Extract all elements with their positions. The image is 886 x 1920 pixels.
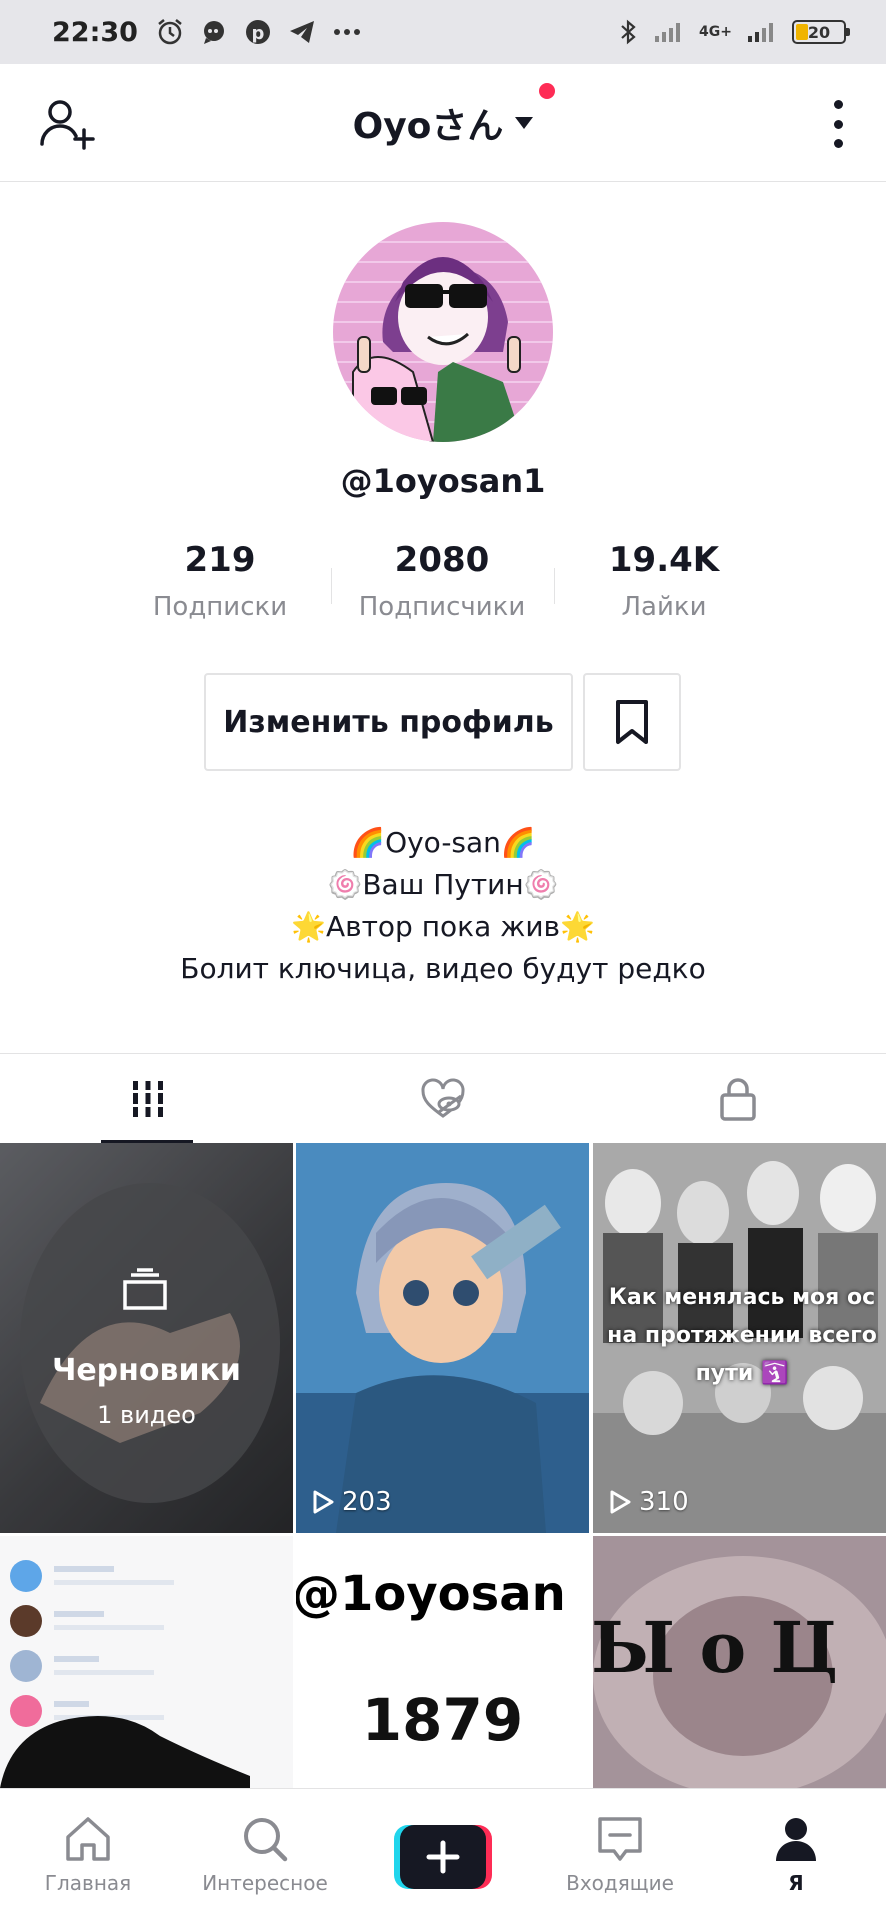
signal-icon-2 [748,23,773,42]
nav-home-label: Главная [44,1871,132,1895]
nav-home[interactable]: Главная [8,1789,168,1920]
bottom-navigation: Главная Интересное Входящие Я [0,1788,886,1920]
nav-inbox[interactable]: Входящие [540,1789,700,1920]
profile-icon [776,1818,816,1861]
plus-icon [394,1825,492,1889]
video-overlay-text: Ы о Ц [593,1606,839,1689]
inbox-icon [598,1817,642,1861]
more-options-icon[interactable] [828,100,848,148]
profile-header: Oyoさん [0,64,886,182]
video-overlay-text: 1879 [361,1686,524,1754]
drafts-title: Черновики [52,1353,241,1388]
video-tile[interactable]: @1oyosan 1879 [296,1536,589,1788]
lock-icon [719,1078,756,1121]
chat-icon [203,21,224,44]
video-tile[interactable]: 203 [296,1143,589,1533]
stat-following-value: 219 [184,540,256,580]
tab-liked[interactable] [295,1054,590,1144]
status-bar: 22:30 p 4G+ 20 [0,0,886,64]
stat-divider [331,568,332,604]
stat-following[interactable]: 219 Подписки [120,540,320,622]
drafts-tile[interactable]: Черновики 1 видео [0,1143,293,1533]
signal-icon [655,23,681,42]
drafts-icon [123,1268,167,1310]
home-icon [66,1817,110,1861]
content-tabs [0,1053,886,1144]
favorites-button[interactable] [583,673,681,771]
view-count: 203 [312,1487,392,1517]
notification-dot [539,82,556,99]
add-user-icon[interactable] [38,96,98,152]
account-switcher[interactable]: Oyoさん [352,82,556,149]
battery-icon: 20 [792,20,850,44]
view-count: 310 [609,1487,689,1517]
nav-profile-label: Я [788,1871,804,1895]
chevron-down-icon [515,116,534,129]
video-thumbnail [296,1143,589,1533]
video-overlay-text: @1oyosan [296,1566,566,1622]
edit-profile-button[interactable]: Изменить профиль [204,673,573,771]
tab-videos[interactable] [0,1054,295,1144]
bio-line: 🍥Ваш Путин🍥 [327,868,559,901]
play-icon [610,1490,631,1514]
profile-bio: 🌈Oyo-san🌈 🍥Ваш Путин🍥 🌟Автор пока жив🌟 Б… [0,822,886,990]
network-type: 4G+ [699,24,732,40]
video-tile[interactable]: Как менялась моя ос на протяжении всего … [593,1143,886,1533]
liked-hidden-icon [420,1078,465,1118]
stat-followers[interactable]: 2080 Подписчики [342,540,542,622]
bio-line: 🌈Oyo-san🌈 [350,826,536,859]
telegram-icon [289,21,314,43]
create-video-button[interactable] [394,1825,492,1889]
drafts-count: 1 видео [97,1401,196,1429]
stat-likes-value: 19.4K [608,540,720,580]
grid-icon [129,1081,166,1117]
video-thumbnail [0,1536,293,1788]
video-tile[interactable] [0,1536,293,1788]
nav-discover[interactable]: Интересное [185,1789,345,1920]
search-icon [244,1818,288,1862]
bookmark-icon [616,700,648,744]
status-time: 22:30 [52,16,138,48]
stat-likes-label: Лайки [621,592,707,622]
nav-profile[interactable]: Я [716,1789,876,1920]
play-icon [313,1490,334,1514]
video-grid: Черновики 1 видео 203 Как менялась моя о… [0,1143,886,1788]
svg-text:p: p [252,23,265,44]
stat-likes[interactable]: 19.4K Лайки [564,540,764,622]
nav-inbox-label: Входящие [566,1871,674,1895]
avatar[interactable] [333,222,553,442]
video-caption: Как менялась моя ос на протяжении всего … [607,1285,877,1386]
stat-following-label: Подписки [152,592,288,622]
nav-discover-label: Интересное [202,1871,328,1895]
drafts-thumbnail [0,1143,293,1533]
username: @1oyosan1 [340,462,546,500]
stat-followers-value: 2080 [394,540,490,580]
pinterest-icon: p [245,20,270,44]
stat-divider [554,568,555,604]
bio-line: 🌟Автор пока жив🌟 [291,910,595,943]
tab-private[interactable] [590,1054,885,1144]
alarm-icon [158,19,182,45]
account-name: Oyoさん [352,105,504,147]
bio-line: Болит ключица, видео будут редко [180,952,706,985]
video-tile[interactable]: Ы о Ц [593,1536,886,1788]
stat-followers-label: Подписчики [358,592,526,622]
more-dots-icon [333,29,360,35]
bluetooth-icon [621,19,636,45]
profile-stats: 219 Подписки 2080 Подписчики 19.4K Лайки [0,540,886,630]
